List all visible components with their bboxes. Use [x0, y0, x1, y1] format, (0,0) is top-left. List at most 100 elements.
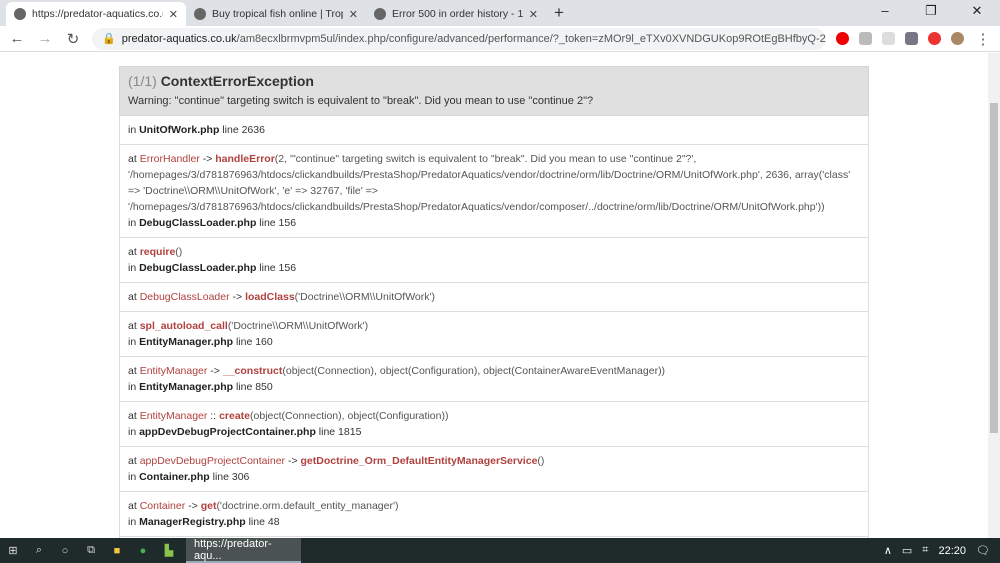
- trace-row: at Container -> get('doctrine.orm.defaul…: [119, 492, 869, 537]
- page-content: (1/1) ContextErrorException Warning: "co…: [0, 53, 988, 538]
- scrollbar-thumb[interactable]: [990, 103, 998, 433]
- in-label: in: [128, 262, 140, 274]
- exception-message: Warning: "continue" targeting switch is …: [128, 95, 594, 107]
- tab-predator-admin[interactable]: https://predator-aquatics.co.uk/a✕: [6, 2, 186, 26]
- tab-bar: https://predator-aquatics.co.uk/a✕ Buy t…: [0, 0, 1000, 26]
- globe-icon: [14, 8, 26, 20]
- trace-line: line 48: [248, 516, 280, 528]
- in-label: in: [128, 381, 140, 393]
- trace-method: require: [139, 246, 176, 258]
- exception-box: (1/1) ContextErrorException Warning: "co…: [119, 66, 869, 538]
- in-label: in: [128, 516, 140, 528]
- file-explorer-icon[interactable]: ■: [104, 545, 130, 557]
- prestashop-favicon-icon: [374, 8, 386, 20]
- exception-header: (1/1) ContextErrorException Warning: "co…: [119, 66, 869, 116]
- task-view-icon[interactable]: ⧉: [78, 544, 104, 557]
- trace-class: ErrorHandler: [139, 153, 200, 165]
- trace-args: (): [537, 455, 545, 467]
- restore-button[interactable]: ❐: [908, 0, 954, 22]
- site-favicon-icon: [194, 8, 206, 20]
- trace-line: line 306: [212, 471, 250, 483]
- trace-row: at EntityManager -> __construct(object(C…: [119, 357, 869, 402]
- new-tab-button[interactable]: +: [546, 2, 572, 26]
- trace-separator: ->: [229, 291, 246, 303]
- close-tab-icon[interactable]: ✕: [169, 8, 178, 21]
- trace-method: spl_autoload_call: [139, 320, 228, 332]
- extension-icon[interactable]: [859, 32, 872, 45]
- trace-row: at appDevDebugProjectContainer -> getDoc…: [119, 447, 869, 492]
- tab-buy-tropical-fish[interactable]: Buy tropical fish online | Tropical✕: [186, 2, 366, 26]
- trace-class: EntityManager: [139, 410, 208, 422]
- trace-file: DebugClassLoader.php: [139, 262, 257, 274]
- trace-separator: ->: [207, 365, 223, 377]
- extension-icon[interactable]: [882, 32, 895, 45]
- in-label: in: [128, 471, 140, 483]
- trace-line: line 2636: [222, 124, 265, 136]
- trace-file: UnitOfWork.php: [139, 124, 220, 136]
- extension-icon[interactable]: [905, 32, 918, 45]
- at-label: at: [128, 320, 140, 332]
- trace-line: line 156: [259, 262, 297, 274]
- trace-line: line 1815: [318, 426, 362, 438]
- notifications-icon[interactable]: 🗨: [976, 544, 990, 557]
- trace-file: EntityManager.php: [139, 381, 234, 393]
- profile-avatar[interactable]: [951, 32, 964, 45]
- at-label: at: [128, 365, 140, 377]
- trace-class: DebugClassLoader: [139, 291, 230, 303]
- stack-trace: in UnitOfWork.php line 2636 at ErrorHandl…: [119, 116, 869, 538]
- close-tab-icon[interactable]: ✕: [529, 8, 538, 21]
- minimize-button[interactable]: –: [862, 0, 908, 22]
- address-bar[interactable]: 🔒 predator-aquatics.co.uk/am8ecxlbrmvpm5u…: [92, 27, 826, 50]
- at-label: at: [128, 455, 140, 467]
- close-window-button[interactable]: ✕: [954, 0, 1000, 22]
- extension-icon[interactable]: [928, 32, 941, 45]
- trace-file: ManagerRegistry.php: [139, 516, 246, 528]
- close-tab-icon[interactable]: ✕: [349, 8, 358, 21]
- at-label: at: [128, 410, 140, 422]
- tab-error-500[interactable]: Error 500 in order history - 1.7.2.✕: [366, 2, 546, 26]
- back-button[interactable]: ←: [8, 30, 26, 47]
- trace-args: ('doctrine.orm.default_entity_manager'): [216, 500, 399, 512]
- trace-args: (): [175, 246, 183, 258]
- trace-class: appDevDebugProjectContainer: [139, 455, 286, 467]
- scrollbar[interactable]: [988, 53, 1000, 538]
- trace-row: at EntityManager :: create(object(Connec…: [119, 402, 869, 447]
- app-icon[interactable]: ▙: [156, 544, 182, 557]
- trace-method: loadClass: [245, 291, 295, 303]
- trace-line: line 850: [235, 381, 273, 393]
- trace-line: line 160: [235, 336, 273, 348]
- taskbar-chrome-window[interactable]: https://predator-aqu...: [186, 538, 301, 563]
- windows-start-icon[interactable]: ⊞: [0, 544, 26, 557]
- chrome-icon[interactable]: ●: [130, 545, 156, 557]
- trace-method: __construct: [222, 365, 283, 377]
- trace-class: EntityManager: [139, 365, 208, 377]
- lock-icon: 🔒: [102, 33, 116, 45]
- trace-class: Container: [139, 500, 186, 512]
- network-icon[interactable]: ⌗: [922, 544, 928, 557]
- trace-method: getDoctrine_Orm_DefaultEntityManagerServ…: [300, 455, 538, 467]
- trace-method: handleError: [215, 153, 275, 165]
- clock[interactable]: 22:20: [939, 545, 967, 557]
- trace-separator: ::: [207, 410, 220, 422]
- opera-extension-icon[interactable]: [836, 32, 849, 45]
- in-label: in: [128, 336, 140, 348]
- forward-button[interactable]: →: [36, 30, 54, 47]
- at-label: at: [128, 500, 140, 512]
- tray-chevron-icon[interactable]: ∧: [884, 544, 892, 557]
- battery-icon[interactable]: ▭: [902, 544, 912, 557]
- at-label: at: [128, 246, 140, 258]
- trace-file: appDevDebugProjectContainer.php: [139, 426, 316, 438]
- in-label: in: [128, 124, 140, 136]
- search-icon[interactable]: ⌕: [26, 544, 52, 557]
- trace-separator: ->: [285, 455, 301, 467]
- trace-row: at ErrorHandler -> handleError(2, '"cont…: [119, 145, 869, 238]
- taskbar: ⊞ ⌕ ○ ⧉ ■ ● ▙ https://predator-aqu... ∧ ▭…: [0, 538, 1000, 563]
- cortana-icon[interactable]: ○: [52, 545, 78, 557]
- trace-args: ('Doctrine\\ORM\\UnitOfWork'): [227, 320, 369, 332]
- trace-row: at DebugClassLoader -> loadClass('Doctri…: [119, 283, 869, 312]
- trace-line: line 156: [259, 217, 297, 229]
- trace-method: get: [200, 500, 217, 512]
- menu-icon[interactable]: ⋮: [974, 30, 992, 48]
- trace-file: Container.php: [139, 471, 210, 483]
- reload-button[interactable]: ↻: [64, 30, 82, 48]
